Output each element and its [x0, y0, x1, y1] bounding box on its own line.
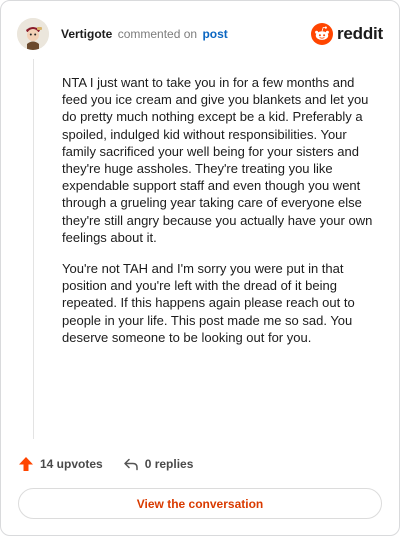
- comment-paragraph: NTA I just want to take you in for a few…: [62, 75, 373, 245]
- username[interactable]: Vertigote: [61, 27, 112, 41]
- comment-paragraph: You're not TAH and I'm sorry you were pu…: [62, 261, 355, 345]
- upvote-button[interactable]: 14 upvotes: [18, 456, 103, 472]
- comment-actions: 14 upvotes 0 replies: [18, 453, 213, 475]
- byline: Vertigote commented on post: [61, 27, 228, 41]
- byline-action-text: commented on: [117, 27, 198, 41]
- reply-button[interactable]: 0 replies: [123, 456, 194, 472]
- post-link[interactable]: post: [202, 27, 227, 41]
- view-conversation-button[interactable]: View the conversation: [18, 488, 382, 519]
- avatar[interactable]: [17, 18, 49, 50]
- upvote-arrow-icon: [19, 457, 33, 471]
- reply-count: 0 replies: [144, 457, 194, 471]
- upvote-count: 14 upvotes: [40, 457, 103, 471]
- avatar-icon: [17, 18, 49, 50]
- reply-arrow-icon: [123, 458, 138, 471]
- comment-card: Vertigote commented on post reddit NTA I…: [0, 0, 400, 536]
- comment-body: NTA I just want to take you in for a few…: [62, 74, 382, 360]
- brand-wordmark: reddit: [336, 24, 383, 43]
- comment-header: Vertigote commented on post reddit: [17, 17, 383, 51]
- brand[interactable]: reddit: [310, 23, 383, 45]
- thread-line: [33, 59, 34, 439]
- reddit-logo-icon: [310, 23, 333, 45]
